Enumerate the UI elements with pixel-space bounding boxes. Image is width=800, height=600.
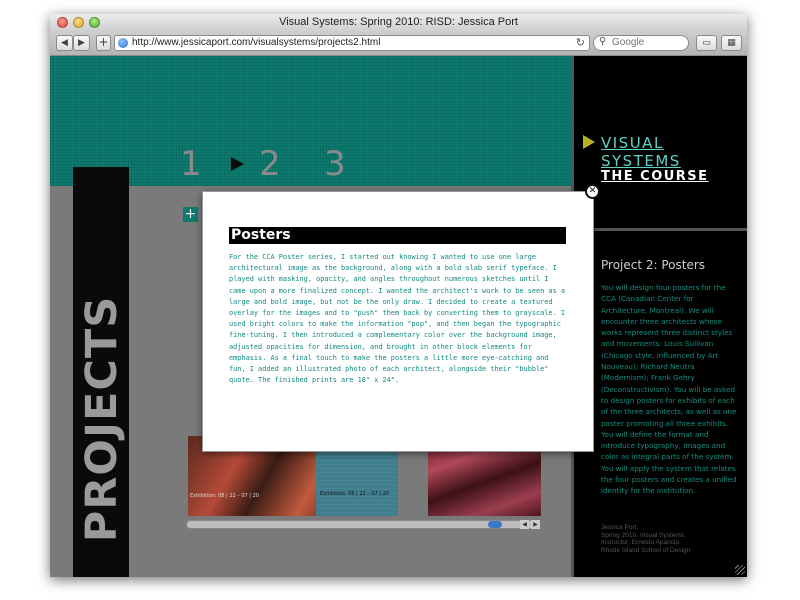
book-icon: ▭: [702, 38, 711, 48]
reload-icon[interactable]: ↻: [576, 36, 585, 49]
scroll-right-button[interactable]: ▶: [531, 520, 540, 529]
modal-body: For the CCA Poster series, I started out…: [229, 253, 566, 385]
posters-modal: Posters For the CCA Poster series, I sta…: [203, 192, 593, 451]
back-button[interactable]: ◀: [56, 35, 73, 51]
step-3[interactable]: 3: [324, 144, 346, 184]
scroll-left-button[interactable]: ◀: [520, 520, 529, 529]
project-description: You will design four posters for the CCA…: [601, 283, 737, 496]
credit-line: Rhode Island School of Design: [601, 546, 691, 554]
credit-line: Spring 2010. Visual Systems.: [601, 531, 686, 539]
credit-line: Instructor: Ernesto Aparicio.: [601, 539, 681, 547]
credit-line: Jessica Port.: [601, 524, 639, 531]
forward-button[interactable]: ▶: [73, 35, 90, 51]
step-arrow-icon: [231, 157, 244, 171]
magnifier-icon: ⚲: [599, 36, 607, 47]
thumbnail-caption: Exhibition: 08 | 22 – 07 | 20: [320, 491, 389, 497]
top-sites-button[interactable]: ▦: [721, 35, 742, 51]
bookmarks-button[interactable]: ▭: [696, 35, 717, 51]
scroll-thumb[interactable]: [488, 521, 502, 528]
nav-visual-systems[interactable]: VISUAL SYSTEMS: [601, 134, 747, 170]
url-text[interactable]: http://www.jessicaport.com/visualsystems…: [132, 37, 380, 48]
globe-icon: [118, 38, 128, 48]
step-1[interactable]: 1: [180, 144, 202, 184]
sidebar-divider: [574, 228, 747, 231]
web-page: VISUAL SYSTEMS THE COURSE Project 2: Pos…: [50, 56, 747, 577]
window-title: Visual Systems: Spring 2010: RISD: Jessi…: [279, 16, 518, 28]
credits: Jessica Port. Spring 2010. Visual System…: [601, 524, 741, 554]
browser-window: Visual Systems: Spring 2010: RISD: Jessi…: [50, 14, 747, 577]
gallery-scrollbar[interactable]: [186, 520, 540, 529]
modal-title: Posters: [229, 227, 566, 244]
browser-toolbar: ◀ ▶ + http://www.jessicaport.com/visuals…: [50, 31, 747, 56]
resize-handle[interactable]: [735, 565, 745, 575]
nav-arrow-icon: [583, 135, 595, 149]
expand-button[interactable]: +: [183, 207, 198, 222]
search-input[interactable]: [612, 37, 684, 48]
thumbnail-caption: Exhibition: 08 | 22 – 07 | 20: [190, 493, 259, 499]
grid-icon: ▦: [727, 38, 736, 48]
step-2[interactable]: 2: [259, 144, 281, 184]
search-field[interactable]: ⚲: [593, 35, 689, 51]
nav-the-course[interactable]: THE COURSE: [601, 169, 709, 184]
projects-label: PROJECTS: [77, 295, 127, 543]
close-icon[interactable]: ✕: [585, 184, 600, 199]
add-bookmark-button[interactable]: +: [96, 35, 111, 51]
project-title: Project 2: Posters: [601, 258, 706, 272]
title-bar: Visual Systems: Spring 2010: RISD: Jessi…: [50, 14, 747, 31]
address-bar[interactable]: http://www.jessicaport.com/visualsystems…: [114, 35, 590, 51]
